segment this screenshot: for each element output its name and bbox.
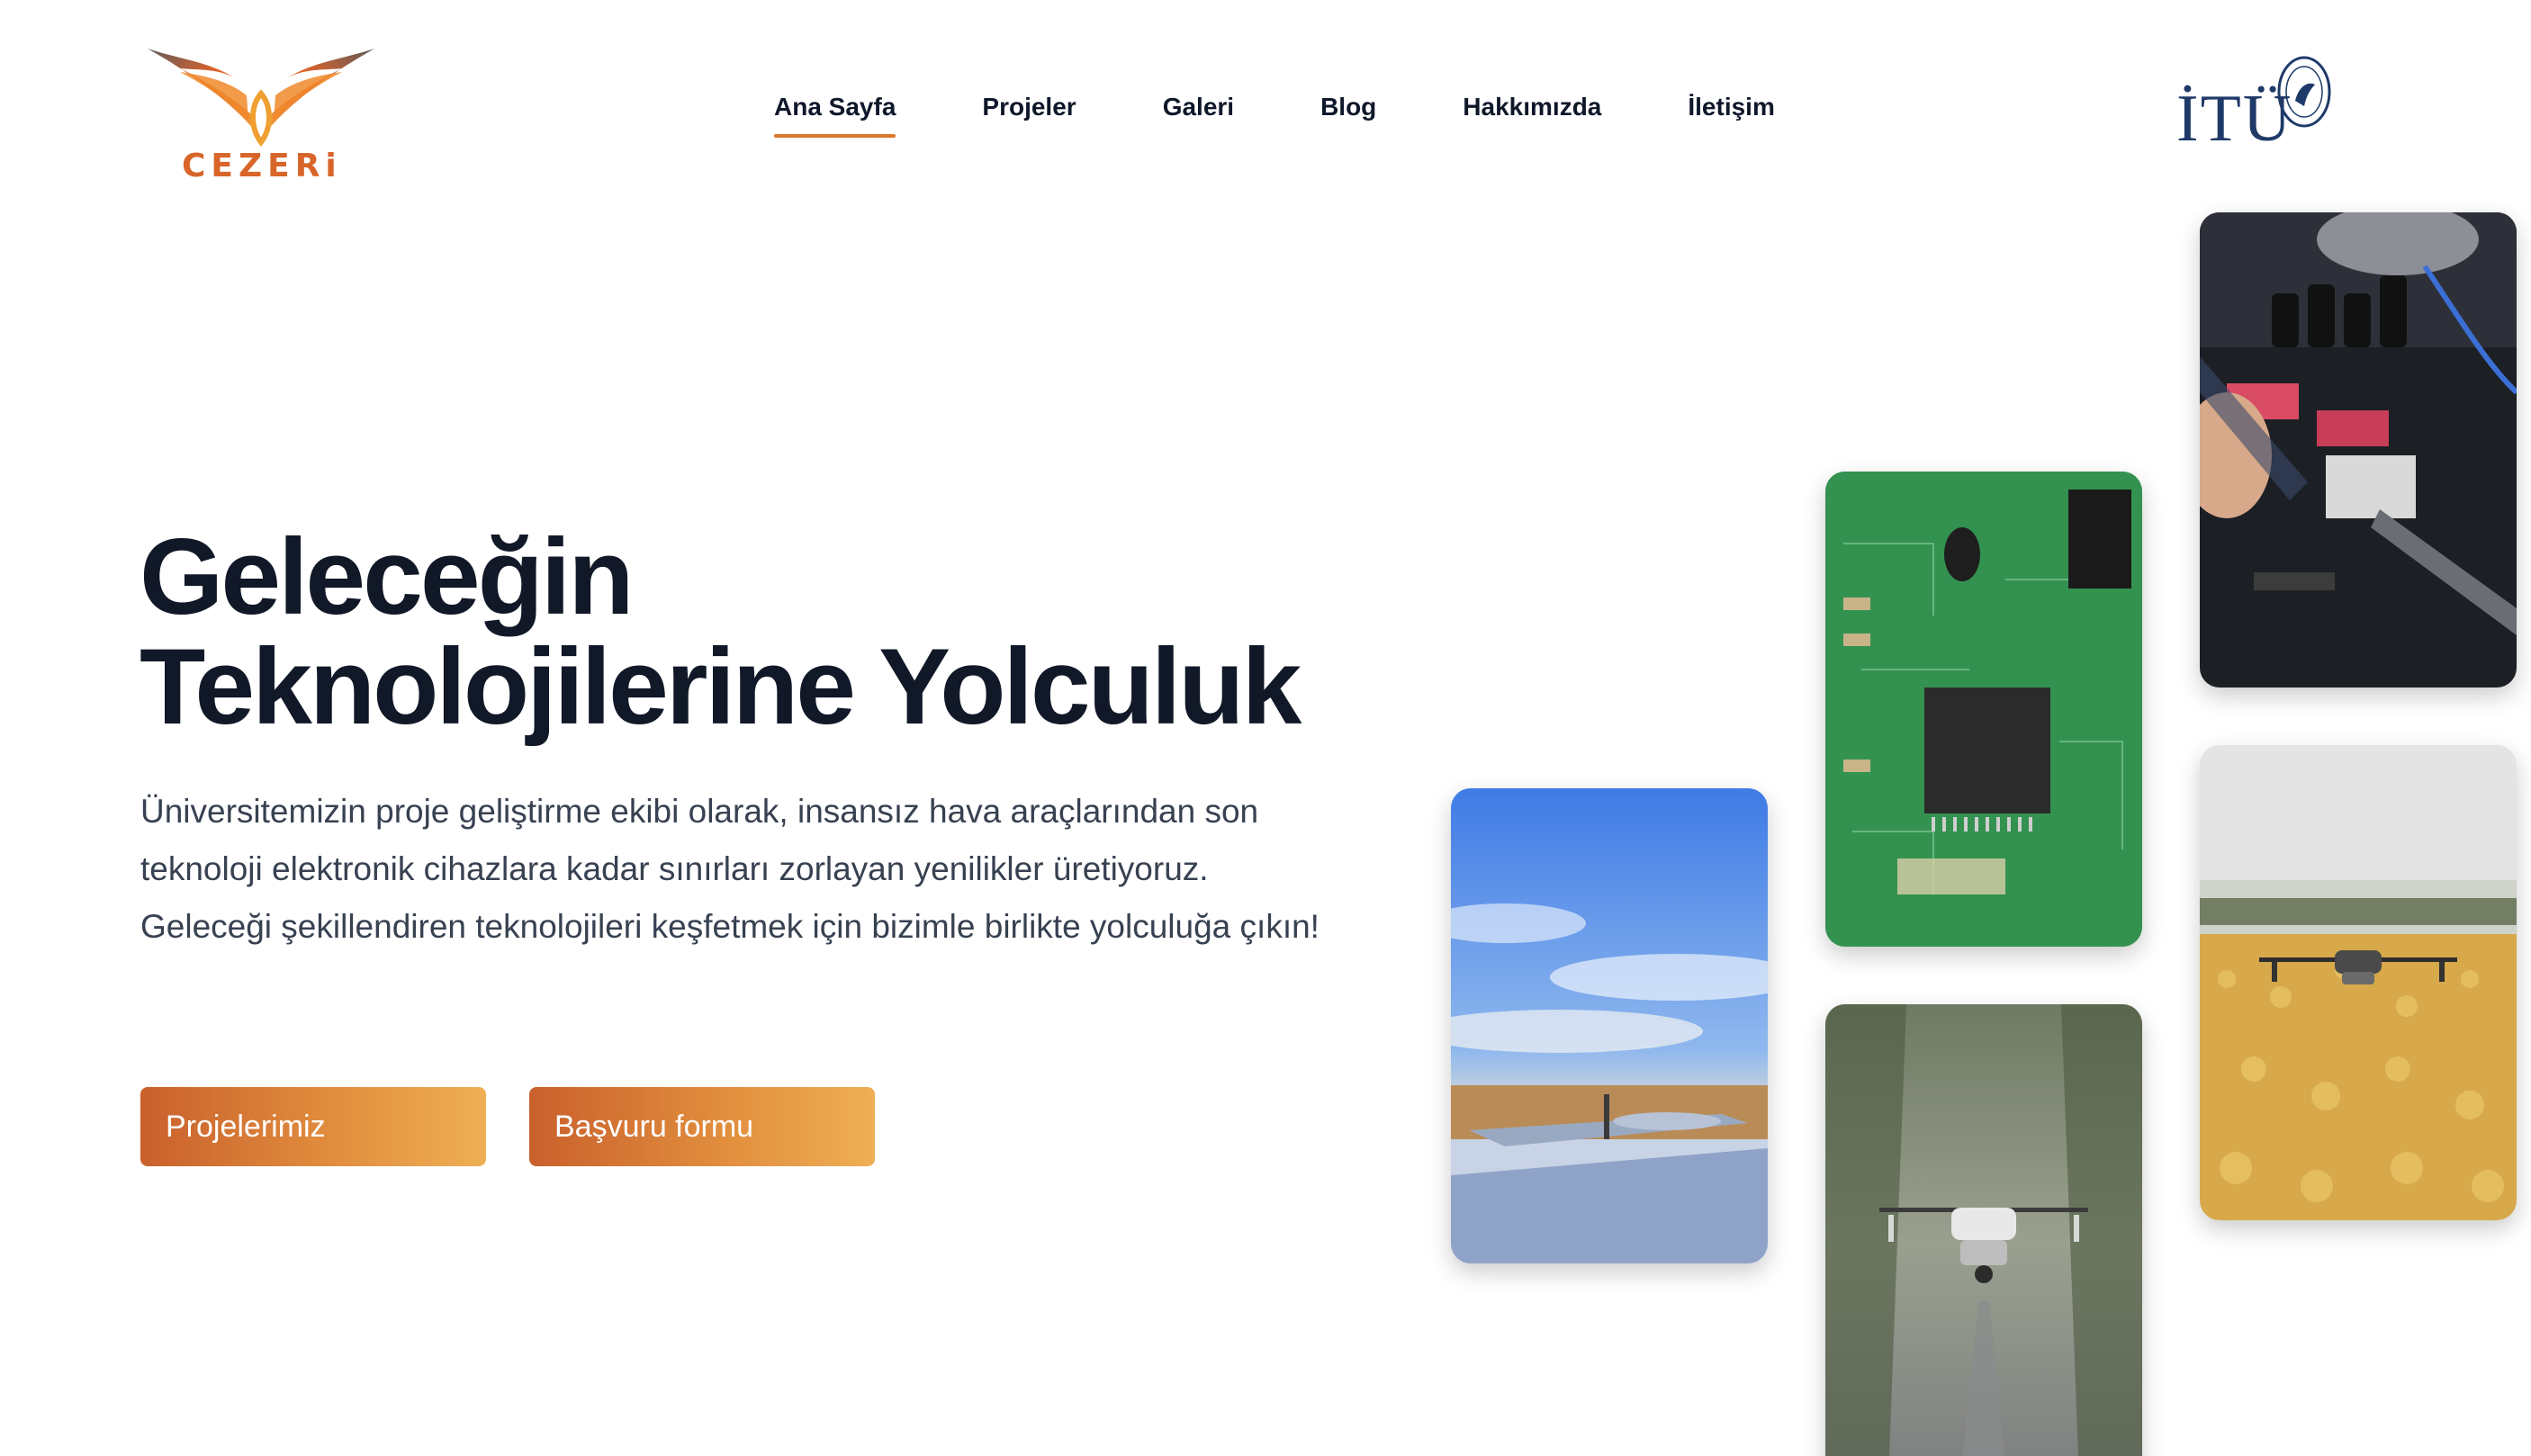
phoenix-wings-icon bbox=[148, 49, 374, 148]
circuit-board-photo bbox=[1825, 472, 2142, 947]
nav-item-ana-sayfa[interactable]: Ana Sayfa bbox=[774, 93, 896, 138]
hero-title-line-1: Geleceğin bbox=[140, 517, 635, 637]
nav-item-projeler[interactable]: Projeler bbox=[982, 93, 1076, 138]
main-nav: Ana Sayfa Projeler Galeri Blog Hakkımızd… bbox=[774, 93, 1775, 138]
soldering-electronics-photo bbox=[2200, 212, 2517, 688]
application-form-button[interactable]: Başvuru formu bbox=[529, 1087, 875, 1166]
hero-title: Geleceğin Teknolojilerine Yolculuk bbox=[140, 522, 1400, 741]
cezeri-logo[interactable]: CEZERi bbox=[144, 41, 378, 194]
itu-logo[interactable]: İTÜ bbox=[2176, 54, 2338, 156]
nav-item-hakkimizda[interactable]: Hakkımızda bbox=[1463, 93, 1601, 138]
nav-item-iletisim[interactable]: İletişim bbox=[1688, 93, 1774, 138]
projects-button[interactable]: Projelerimiz bbox=[140, 1087, 486, 1166]
logo-text: CEZERi bbox=[182, 148, 342, 184]
hero-title-line-2: Teknolojilerine Yolculuk bbox=[140, 626, 1302, 747]
fixed-wing-uav-photo bbox=[1451, 788, 1768, 1263]
drone-over-flower-field-photo bbox=[2200, 745, 2517, 1220]
hero-description: Üniversitemizin proje geliştirme ekibi o… bbox=[140, 793, 1320, 945]
itu-seal-icon bbox=[2277, 56, 2331, 128]
nav-item-blog[interactable]: Blog bbox=[1320, 93, 1376, 138]
nav-item-galeri[interactable]: Galeri bbox=[1163, 93, 1234, 138]
drone-in-fog-photo bbox=[1825, 1004, 2142, 1456]
page: CEZERi Ana Sayfa Projeler Galeri Blog Ha… bbox=[0, 0, 2531, 1456]
